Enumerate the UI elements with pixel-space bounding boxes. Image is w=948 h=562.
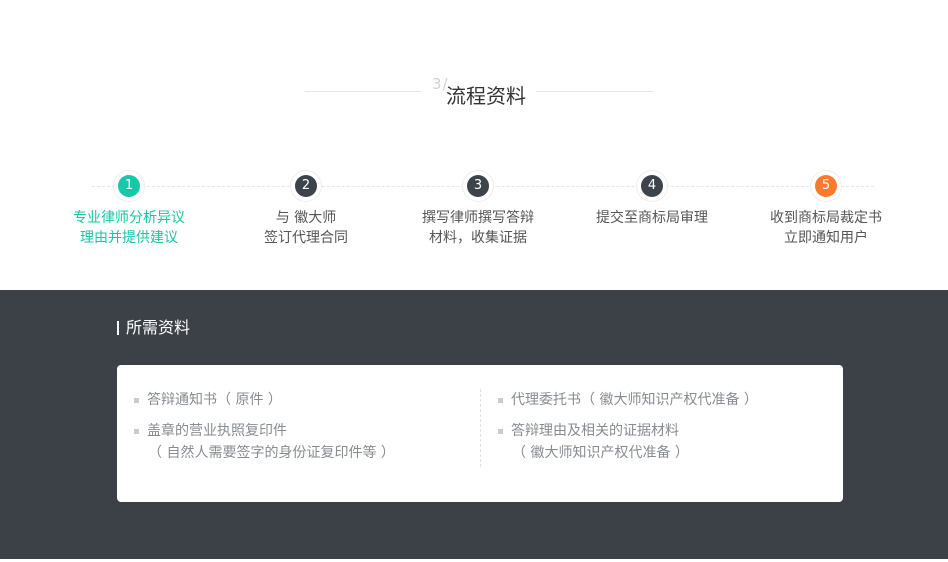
process-steps: 1 专业律师分析异议 理由并提供建议 2 与 徽大师 签订代理合同 3 撰写律师… (0, 170, 948, 270)
step-number-badge: 1 (118, 175, 140, 197)
step-number-badge: 2 (295, 175, 317, 197)
step-label: 收到商标局裁定书 立即通知用户 (746, 208, 906, 248)
step-number-badge: 5 (815, 175, 837, 197)
bullet-square-icon (134, 398, 139, 403)
materials-heading: 所需资料 (117, 318, 190, 338)
material-item-text: 答辩理由及相关的证据材料 (511, 423, 679, 439)
step-2: 2 与 徽大师 签订代理合同 (226, 170, 386, 248)
step-3: 3 撰写律师撰写答辩 材料，收集证据 (398, 170, 558, 248)
step-label-line-1: 提交至商标局审理 (596, 210, 708, 226)
step-label-line-1: 与 徽大师 (275, 210, 337, 226)
step-label-line-2: 理由并提供建议 (80, 230, 178, 246)
step-number-badge: 3 (467, 175, 489, 197)
header-divider-right (536, 91, 654, 92)
material-item-text: 盖章的营业执照复印件 (147, 423, 287, 439)
step-label-line-2: 签订代理合同 (264, 230, 348, 246)
step-label-line-1: 专业律师分析异议 (73, 210, 185, 226)
section-title: 流程资料 (446, 84, 526, 108)
step-label: 与 徽大师 签订代理合同 (226, 208, 386, 248)
step-label-line-2: 材料，收集证据 (429, 230, 527, 246)
material-item: 代理委托书（ 徽大师知识产权代准备 ） (498, 389, 758, 411)
material-item-note: （ 徽大师知识产权代准备 ） (512, 445, 689, 461)
materials-card: 答辩通知书（ 原件 ） 盖章的营业执照复印件 （ 自然人需要签字的身份证复印件等… (117, 365, 843, 502)
required-materials-section: 所需资料 答辩通知书（ 原件 ） 盖章的营业执照复印件 （ 自然人需要签字的身份… (0, 290, 948, 559)
step-label-line-1: 撰写律师撰写答辩 (422, 210, 534, 226)
materials-column-left: 答辩通知书（ 原件 ） 盖章的营业执照复印件 （ 自然人需要签字的身份证复印件等… (134, 389, 395, 473)
card-column-divider (480, 389, 481, 467)
bullet-square-icon (498, 429, 503, 434)
step-5: 5 收到商标局裁定书 立即通知用户 (746, 170, 906, 248)
bullet-square-icon (134, 429, 139, 434)
material-item-note: （ 自然人需要签字的身份证复印件等 ） (148, 445, 395, 461)
step-4: 4 提交至商标局审理 (572, 170, 732, 228)
process-page: 3/ 流程资料 1 专业律师分析异议 理由并提供建议 2 与 徽大师 签订代理合… (0, 0, 948, 562)
material-item: 答辩理由及相关的证据材料 （ 徽大师知识产权代准备 ） (498, 420, 758, 464)
step-label: 专业律师分析异议 理由并提供建议 (49, 208, 209, 248)
materials-column-right: 代理委托书（ 徽大师知识产权代准备 ） 答辩理由及相关的证据材料 （ 徽大师知识… (498, 389, 758, 473)
step-label-line-2: 立即通知用户 (784, 230, 868, 246)
section-header: 3/ 流程资料 (0, 74, 948, 110)
material-item-text: 代理委托书（ 徽大师知识产权代准备 ） (511, 392, 758, 408)
step-number-badge: 4 (641, 175, 663, 197)
bullet-square-icon (498, 398, 503, 403)
step-1: 1 专业律师分析异议 理由并提供建议 (49, 170, 209, 248)
material-item: 盖章的营业执照复印件 （ 自然人需要签字的身份证复印件等 ） (134, 420, 395, 464)
step-label-line-1: 收到商标局裁定书 (770, 210, 882, 226)
step-label: 提交至商标局审理 (572, 208, 732, 228)
material-item: 答辩通知书（ 原件 ） (134, 389, 395, 411)
materials-heading-text: 所需资料 (126, 318, 191, 337)
material-item-text: 答辩通知书（ 原件 ） (147, 392, 282, 408)
step-label: 撰写律师撰写答辩 材料，收集证据 (398, 208, 558, 248)
header-divider-left (305, 91, 422, 92)
heading-accent-bar (117, 321, 119, 335)
